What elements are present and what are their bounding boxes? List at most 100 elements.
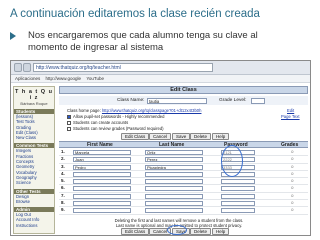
- row-number: 9.: [61, 207, 65, 213]
- password-field[interactable]: [221, 193, 255, 199]
- grades-link[interactable]: o: [291, 164, 294, 170]
- grades-link[interactable]: o: [291, 156, 294, 162]
- grades-link[interactable]: o: [291, 149, 294, 155]
- table-row: 7. o: [59, 192, 308, 201]
- grades-link[interactable]: o: [291, 200, 294, 206]
- left-panel: T h a t Q u i z Bárbara Roque Students (l…: [13, 86, 55, 234]
- table-row: 5. o: [59, 178, 308, 186]
- class-name-field[interactable]: tautia: [147, 98, 207, 104]
- last-name-field[interactable]: [145, 186, 203, 192]
- sidebar-item[interactable]: New Class: [14, 135, 54, 140]
- main-form: Edit Class Class Name: tautia Grade Leve…: [59, 86, 308, 235]
- first-name-field[interactable]: [73, 186, 131, 192]
- grades-link[interactable]: o: [291, 178, 294, 184]
- table-row: 9. o: [59, 207, 308, 215]
- student-rows: 1. Marcela Ortiz 2121 o 2. Juan Perez 2222 o 3. Ped…: [59, 149, 308, 215]
- first-name-field[interactable]: [73, 171, 131, 177]
- row-number: 8.: [61, 200, 65, 206]
- delete-button[interactable]: Delete: [190, 133, 212, 140]
- option-label: Allow pupil-set passwords - Highly recom…: [73, 114, 165, 119]
- last-name-field[interactable]: Ortiz: [145, 150, 203, 155]
- option-create-accounts[interactable]: Students can create accounts: [67, 120, 128, 125]
- save-highlight-circle: [167, 225, 187, 235]
- grades-link[interactable]: o: [291, 193, 294, 199]
- save-button[interactable]: Save: [172, 133, 191, 140]
- class-page-link[interactable]: http://www.thatquiz.org/tq/classpage?01+…: [102, 108, 202, 113]
- cancel-button[interactable]: Cancel: [149, 133, 172, 140]
- checkbox-create-accounts[interactable]: [67, 120, 71, 125]
- bullet-text: Nos encargaremos que cada alumno tenga s…: [28, 30, 258, 53]
- sidebar-item[interactable]: Browse: [14, 199, 54, 204]
- row-number: 6.: [61, 185, 65, 191]
- class-form-row: Class Name: tautia Grade Level:: [59, 96, 308, 105]
- slide-title: A continuación editaremos la clase recié…: [10, 8, 260, 20]
- password-highlight-circle: [221, 145, 243, 177]
- first-name-field[interactable]: [73, 179, 131, 185]
- bottom-delete-button[interactable]: Delete: [190, 228, 212, 235]
- row-number: 1.: [61, 149, 65, 154]
- first-name-field[interactable]: [73, 193, 131, 199]
- bookmark-apps[interactable]: Aplicaciones: [15, 75, 40, 83]
- last-name-field[interactable]: [145, 193, 203, 199]
- checkbox-pupil-passwords[interactable]: [67, 114, 71, 119]
- forward-button[interactable]: [23, 63, 31, 72]
- option-label: Students can review grades (Password req…: [73, 126, 164, 131]
- row-number: 3.: [61, 163, 65, 169]
- page-text-link[interactable]: Page Text: [281, 114, 300, 119]
- first-name-field[interactable]: [73, 201, 131, 207]
- last-name-field[interactable]: [145, 171, 203, 177]
- last-name-field[interactable]: Picapiedra: [145, 164, 203, 170]
- bookmark-google[interactable]: http://www.google: [46, 75, 82, 83]
- top-button-row: Edit Class Cancel Save Delete Help: [59, 133, 308, 141]
- grade-level-label: Grade Level:: [219, 98, 247, 103]
- first-name-field[interactable]: Pedro: [73, 164, 131, 170]
- edit-class-button[interactable]: Edit Class: [121, 133, 150, 140]
- bookmarks-bar: Aplicaciones http://www.google YouTube: [11, 75, 310, 83]
- option-pupil-passwords[interactable]: Allow pupil-set passwords - Highly recom…: [67, 114, 164, 119]
- option-review-grades[interactable]: Students can review grades (Password req…: [67, 126, 164, 131]
- grade-level-select[interactable]: [251, 98, 265, 104]
- row-number: 2.: [61, 156, 65, 162]
- table-row: 1. Marcela Ortiz 2121 o: [59, 149, 308, 157]
- class-name-label: Class Name:: [117, 98, 145, 103]
- password-field[interactable]: [221, 208, 255, 214]
- bullet-arrow-icon: [10, 32, 16, 40]
- edit-link[interactable]: Edit: [287, 108, 294, 113]
- embedded-screenshot: http://www.thatquiz.org/tq/teacher.html …: [10, 60, 311, 236]
- address-bar[interactable]: http://www.thatquiz.org/tq/teacher.html: [33, 63, 213, 72]
- sidebar-item[interactable]: Instructions: [14, 223, 54, 228]
- grades-link[interactable]: o: [291, 207, 294, 213]
- row-number: 7.: [61, 192, 65, 198]
- help-button[interactable]: Help: [212, 133, 230, 140]
- last-name-field[interactable]: [145, 208, 203, 214]
- sidebar-item[interactable]: Science: [14, 180, 54, 185]
- teacher-name: Bárbara Roque: [20, 101, 48, 106]
- password-field[interactable]: [221, 201, 255, 207]
- table-row: 2. Juan Perez 2222 o: [59, 156, 308, 164]
- table-row: 3. Pedro Picapiedra 3333 o: [59, 164, 308, 171]
- col-last-name: Last Name: [159, 142, 185, 148]
- first-name-field[interactable]: [73, 208, 131, 214]
- table-row: 6. o: [59, 185, 308, 193]
- back-button[interactable]: [14, 63, 22, 72]
- row-number: 4.: [61, 170, 65, 176]
- bottom-edit-class-button[interactable]: Edit Class: [121, 228, 150, 235]
- edit-class-header: Edit Class: [59, 86, 308, 94]
- password-field[interactable]: [221, 179, 255, 185]
- bookmark-youtube[interactable]: YouTube: [86, 75, 104, 83]
- col-grades: Grades: [281, 142, 299, 148]
- checkbox-review-grades[interactable]: [67, 126, 71, 131]
- class-page-line: Class home page: http://www.thatquiz.org…: [67, 108, 201, 113]
- grades-link[interactable]: o: [291, 185, 294, 191]
- last-name-field[interactable]: [145, 179, 203, 185]
- sidebar-sections: Students (lessons) Test Tools Grading Edit (…: [14, 109, 54, 228]
- last-name-field[interactable]: [145, 201, 203, 207]
- password-field[interactable]: [221, 186, 255, 192]
- last-name-field[interactable]: Perez: [145, 157, 203, 163]
- first-name-field[interactable]: Juan: [73, 157, 131, 163]
- table-row: 8. o: [59, 200, 308, 208]
- grades-link[interactable]: o: [291, 171, 294, 177]
- first-name-field[interactable]: Marcela: [73, 150, 131, 155]
- bottom-help-button[interactable]: Help: [212, 228, 230, 235]
- col-first-name: First Name: [87, 142, 113, 148]
